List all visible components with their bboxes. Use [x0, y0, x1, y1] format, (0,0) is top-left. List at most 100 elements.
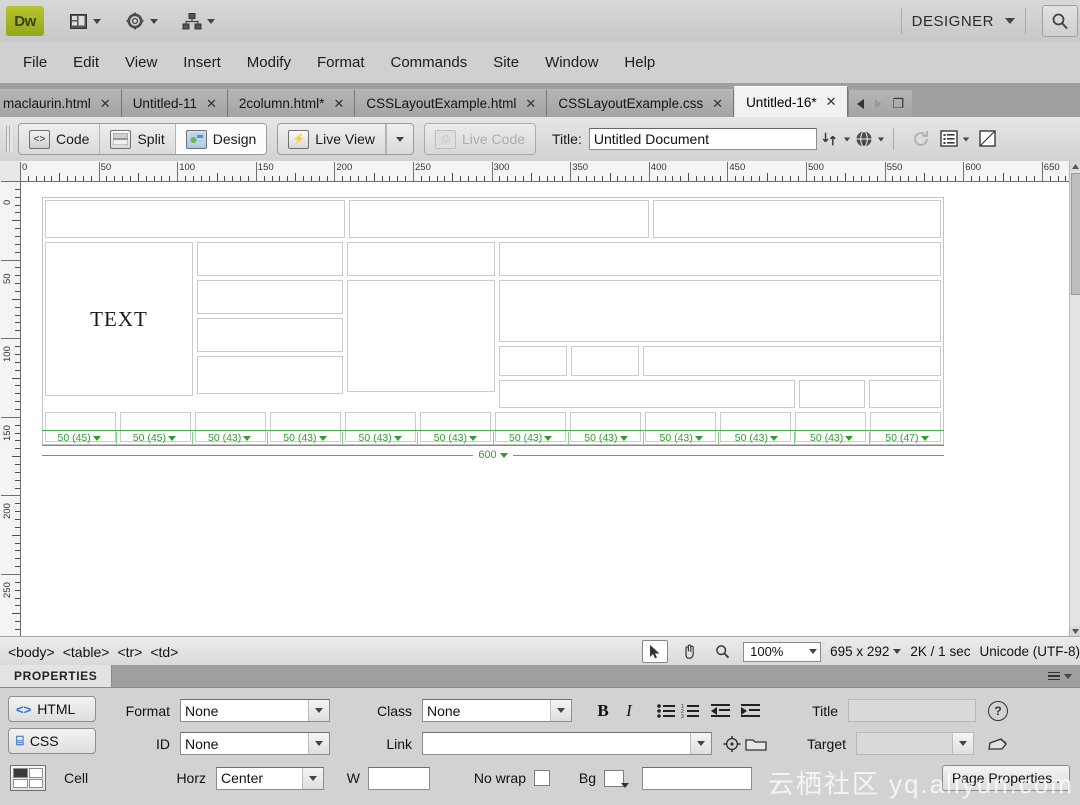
- link-input[interactable]: [422, 732, 712, 755]
- close-icon[interactable]: ✕: [712, 96, 723, 112]
- close-icon[interactable]: ✕: [333, 96, 344, 112]
- scroll-up-arrow-icon[interactable]: [1070, 161, 1080, 171]
- document-tab[interactable]: maclaurin.html ✕: [0, 89, 122, 117]
- menu-item-help[interactable]: Help: [611, 50, 668, 75]
- format-select[interactable]: None: [180, 699, 330, 722]
- table-cell[interactable]: [197, 318, 343, 352]
- split-view-button[interactable]: Split: [100, 124, 176, 154]
- document-tab[interactable]: CSSLayoutExample.html ✕: [355, 89, 548, 117]
- column-width-marker[interactable]: 50 (43): [343, 432, 419, 444]
- site-manager-chevron-down-icon[interactable]: [207, 18, 215, 24]
- table-cell[interactable]: [653, 200, 941, 238]
- target-chevron-down-icon[interactable]: [952, 733, 973, 754]
- column-width-marker[interactable]: 50 (47): [870, 432, 944, 444]
- extend-chevron-down-icon[interactable]: [150, 18, 158, 24]
- ruler-corner[interactable]: [0, 161, 21, 182]
- column-width-marker[interactable]: 50 (43): [418, 432, 494, 444]
- menu-item-edit[interactable]: Edit: [60, 50, 112, 75]
- column-menu-chevron-down-icon[interactable]: [845, 435, 854, 441]
- document-tab[interactable]: Untitled-11 ✕: [121, 89, 228, 117]
- preview-browser-icon[interactable]: [855, 125, 885, 153]
- menu-item-view[interactable]: View: [112, 50, 170, 75]
- bg-color-input[interactable]: [642, 766, 752, 790]
- column-width-marker[interactable]: 50 (43): [268, 432, 343, 444]
- column-width-marker[interactable]: 50 (43): [193, 432, 268, 444]
- zoom-chevron-down-icon[interactable]: [809, 649, 818, 654]
- unordered-list-icon[interactable]: [654, 701, 678, 721]
- tag-selector-body[interactable]: <body>: [8, 644, 55, 660]
- table-cell[interactable]: [799, 380, 865, 408]
- document-title-input[interactable]: [588, 128, 817, 150]
- live-view-button[interactable]: ⚡ Live View: [278, 124, 386, 154]
- table-cell[interactable]: [499, 380, 795, 408]
- layout-switcher-icon[interactable]: [66, 9, 90, 33]
- horizontal-ruler[interactable]: 0 50 100 150 200 250 300 350 400 450 500 550 600 650: [20, 161, 1080, 182]
- menu-item-insert[interactable]: Insert: [170, 50, 234, 75]
- table-width-guide[interactable]: 600: [42, 446, 944, 464]
- outdent-icon[interactable]: [708, 701, 732, 721]
- column-menu-chevron-down-icon[interactable]: [393, 435, 402, 441]
- column-width-marker[interactable]: 50 (43): [795, 432, 870, 444]
- table-cell[interactable]: [643, 346, 941, 376]
- table-cell[interactable]: [349, 200, 649, 238]
- tag-selector-tr[interactable]: <tr>: [117, 644, 142, 660]
- html-properties-button[interactable]: <> HTML: [8, 696, 96, 722]
- window-size-value[interactable]: 695 x 292: [830, 644, 889, 659]
- canvas-vertical-scrollbar[interactable]: [1069, 161, 1080, 636]
- zoom-tool-icon[interactable]: [710, 641, 734, 662]
- column-width-marker[interactable]: 50 (43): [644, 432, 720, 444]
- document-tab[interactable]: 2column.html* ✕: [227, 89, 356, 117]
- restore-window-icon[interactable]: ❐: [893, 96, 905, 112]
- document-design-area[interactable]: TEXT 50 (45) 50 (45) 50 (43) 50 (43) 50 …: [21, 182, 1070, 636]
- table-cell[interactable]: [499, 346, 567, 376]
- table-cell[interactable]: [45, 200, 345, 238]
- menu-item-file[interactable]: File: [10, 50, 60, 75]
- horz-select[interactable]: Center: [216, 766, 324, 790]
- table-cell[interactable]: [347, 280, 495, 392]
- indent-icon[interactable]: [738, 701, 762, 721]
- workspace-switcher-label[interactable]: DESIGNER: [912, 13, 994, 30]
- view-options-icon[interactable]: [940, 125, 970, 153]
- scroll-down-arrow-icon[interactable]: [1070, 626, 1080, 636]
- ordered-list-icon[interactable]: 123: [678, 701, 702, 721]
- scrollbar-thumb[interactable]: [1071, 173, 1080, 295]
- code-view-button[interactable]: <> Code: [19, 124, 101, 154]
- table-cell[interactable]: [347, 242, 495, 276]
- site-manager-icon[interactable]: [180, 9, 204, 33]
- target-select[interactable]: [856, 732, 974, 755]
- table-cell[interactable]: [869, 380, 941, 408]
- tag-selector-table[interactable]: <table>: [63, 644, 110, 660]
- workspace-chevron-down-icon[interactable]: [1005, 18, 1015, 24]
- menu-item-commands[interactable]: Commands: [378, 50, 481, 75]
- class-select[interactable]: None: [422, 699, 572, 722]
- select-tool-icon[interactable]: [642, 640, 669, 663]
- id-chevron-down-icon[interactable]: [308, 733, 329, 754]
- panel-menu-icon[interactable]: [1048, 671, 1060, 681]
- panel-options-menu[interactable]: [1048, 665, 1080, 687]
- menu-item-window[interactable]: Window: [532, 50, 611, 75]
- layout-switcher-chevron-down-icon[interactable]: [93, 18, 101, 24]
- window-size-chevron-down-icon[interactable]: [893, 649, 902, 654]
- edit-rule-icon[interactable]: [986, 734, 1010, 754]
- column-width-marker[interactable]: 50 (45): [117, 432, 193, 444]
- document-tab-active[interactable]: Untitled-16* ✕: [734, 86, 848, 117]
- width-input[interactable]: [368, 766, 430, 790]
- properties-panel-title[interactable]: PROPERTIES: [0, 665, 113, 687]
- column-width-marker[interactable]: 50 (43): [719, 432, 795, 444]
- site-manager-group[interactable]: [180, 9, 215, 33]
- css-properties-button[interactable]: ⌸ CSS: [8, 728, 96, 754]
- layout-table[interactable]: TEXT: [42, 197, 944, 445]
- close-icon[interactable]: ✕: [525, 96, 536, 112]
- vertical-ruler[interactable]: 0 50 100 150 200 250: [0, 181, 21, 636]
- prev-tab-arrow-icon[interactable]: [856, 98, 864, 109]
- table-cell-text[interactable]: TEXT: [45, 242, 193, 396]
- panel-menu-chevron-down-icon[interactable]: [1064, 673, 1072, 679]
- file-management-icon[interactable]: [821, 125, 851, 153]
- column-width-marker[interactable]: 50 (43): [569, 432, 644, 444]
- column-width-marker[interactable]: 50 (43): [494, 432, 569, 444]
- page-properties-button[interactable]: Page Properties..: [941, 765, 1070, 791]
- point-to-file-icon[interactable]: [720, 734, 744, 754]
- menu-item-site[interactable]: Site: [480, 50, 532, 75]
- column-menu-chevron-down-icon[interactable]: [619, 435, 628, 441]
- next-tab-arrow-icon[interactable]: [874, 98, 882, 109]
